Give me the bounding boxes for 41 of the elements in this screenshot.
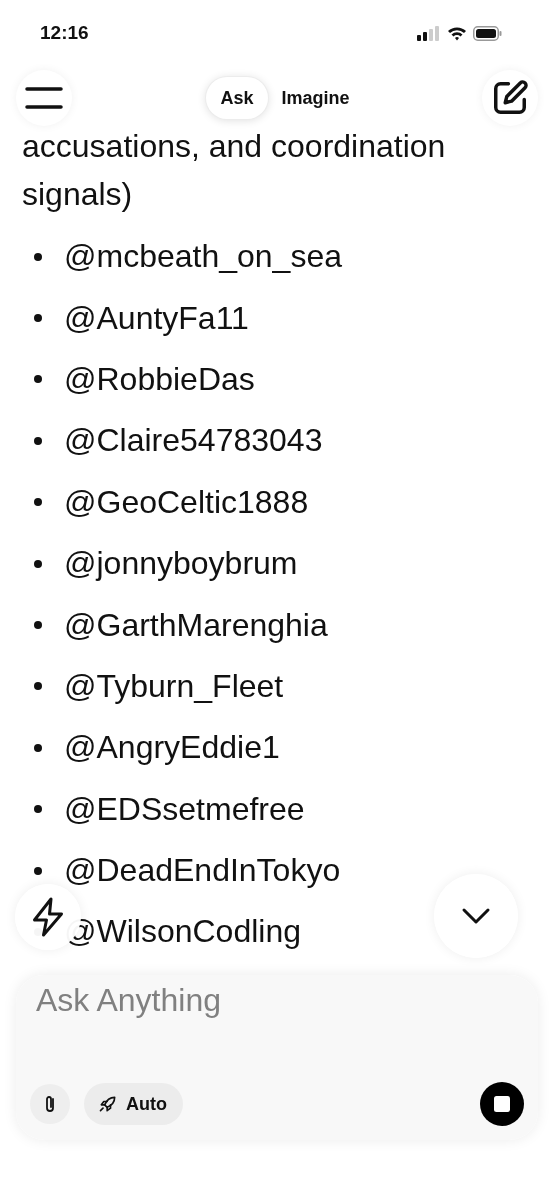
response-paragraph: accusations, and coordination signals) [22,127,447,214]
bullet-icon [34,498,42,507]
handle-text: @EDSsetmefree [64,790,305,828]
handle-text: @jonnyboybrum [64,545,298,583]
lightning-icon [30,897,66,937]
ask-input-field[interactable]: Ask Anything [36,979,524,1021]
handle-text: @AuntyFa11 [64,299,249,337]
handle-text: @Claire54783043 [64,422,323,460]
bullet-icon [34,436,42,445]
handle-text: @DeadEndInTokyo [64,852,341,890]
signal-icon [417,25,441,41]
bullet-icon [34,866,42,875]
rocket-icon [98,1094,118,1114]
handle-text: @GeoCeltic1888 [64,483,309,521]
paperclip-icon [43,1094,57,1114]
bullet-icon [34,805,42,814]
mode-tab[interactable]: Imagine [267,77,364,119]
bullet-icon [34,682,42,691]
handle-text: @Tyburn_Fleet [64,667,284,705]
menu-icon [25,86,63,110]
status-time: 12:16 [40,22,89,44]
bullet-icon [34,314,42,323]
chevron-down-icon [461,907,491,925]
attach-button[interactable] [30,1084,70,1124]
handle-text: @GarthMarenghia [64,606,328,644]
handle-text: @mcbeath_on_sea [64,238,342,276]
handle-text: @AngryEddie1 [64,729,280,767]
edit-icon [491,79,529,117]
bullet-icon [34,252,42,261]
stop-button[interactable] [480,1082,524,1126]
battery-icon [473,25,502,41]
stop-icon [494,1096,510,1112]
bullet-icon [34,559,42,568]
handle-text: @RobbieDas [64,360,255,398]
wifi-icon [447,25,467,41]
bullet-icon [34,621,42,630]
bullet-icon [34,743,42,752]
mode-tab[interactable]: Ask [206,77,268,119]
handle-text: @WilsonCodling [64,913,301,951]
mode-button[interactable]: Auto [84,1083,183,1125]
bullet-icon [34,375,42,384]
